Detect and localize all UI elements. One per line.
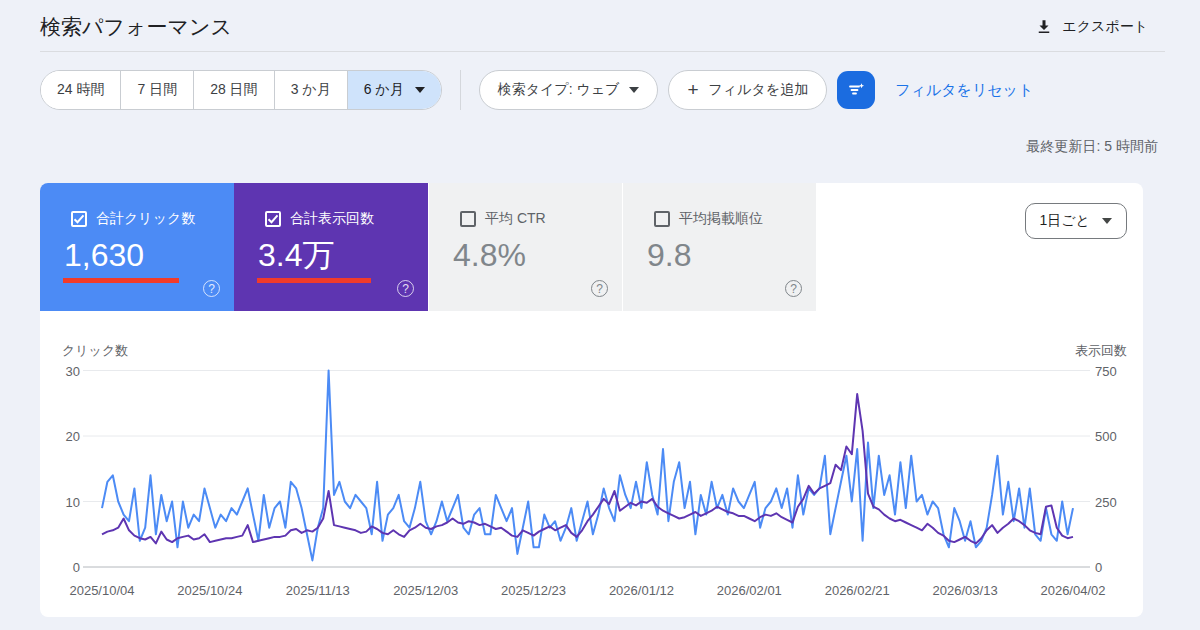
red-underline-annotation (257, 278, 371, 283)
x-tick-label: 2025/12/23 (501, 583, 566, 598)
right-tick-label: 750 (1095, 364, 1117, 379)
checkbox-checked-icon[interactable] (71, 211, 87, 227)
metric-tile-average-ctr[interactable]: 平均 CTR 4.8% ? (428, 183, 622, 311)
left-tick-label: 10 (66, 495, 80, 510)
metric-tile-average-position[interactable]: 平均掲載順位 9.8 ? (622, 183, 816, 311)
checkbox-checked-icon[interactable] (265, 211, 281, 227)
metric-tiles: 合計クリック数 1,630 ? 合計表示回数 3.4万 ? 平均 CTR 4.8… (40, 183, 1143, 311)
left-axis-title: クリック数 (62, 343, 128, 358)
help-icon[interactable]: ? (397, 280, 414, 297)
left-tick-label: 20 (66, 429, 80, 444)
series-line-clicks (102, 371, 1073, 561)
right-tick-label: 500 (1095, 429, 1117, 444)
filter-sparkle-icon (846, 80, 866, 100)
chevron-down-icon (1102, 218, 1112, 224)
time-range-group: 24 時間 7 日間 28 日間 3 か月 6 か月 (40, 70, 442, 110)
help-icon[interactable]: ? (203, 280, 220, 297)
red-underline-annotation (63, 278, 179, 283)
filter-settings-button[interactable] (837, 71, 875, 109)
checkbox-unchecked-icon[interactable] (654, 211, 670, 227)
metric-label: 合計表示回数 (290, 210, 374, 228)
x-tick-label: 2026/02/01 (717, 583, 782, 598)
plus-icon: + (687, 80, 698, 99)
export-label: エクスポート (1062, 18, 1148, 36)
metric-value: 4.8% (453, 238, 622, 272)
last-updated-text: 最終更新日: 5 時間前 (0, 138, 1158, 156)
metric-label: 平均 CTR (485, 210, 546, 228)
add-filter-button[interactable]: + フィルタを追加 (668, 70, 827, 110)
time-range-6m[interactable]: 6 か月 (348, 71, 441, 109)
right-tick-label: 0 (1095, 560, 1102, 575)
header-divider (40, 51, 1165, 52)
x-tick-label: 2026/04/02 (1040, 583, 1105, 598)
time-range-28d[interactable]: 28 日間 (194, 71, 274, 109)
chevron-down-icon (415, 87, 425, 93)
metric-value: 1,630 (64, 238, 234, 272)
x-tick-label: 2026/01/12 (609, 583, 674, 598)
granularity-dropdown[interactable]: 1日ごと (1025, 203, 1127, 239)
page-title: 検索パフォーマンス (40, 13, 232, 41)
series-line-impressions (102, 394, 1073, 543)
left-tick-label: 0 (73, 560, 80, 575)
chevron-down-icon (629, 87, 639, 93)
x-tick-label: 2025/11/13 (286, 583, 350, 598)
time-range-3m[interactable]: 3 か月 (275, 71, 348, 109)
x-tick-label: 2025/12/03 (393, 583, 458, 598)
metric-value: 3.4万 (258, 238, 428, 272)
x-tick-label: 2025/10/04 (69, 583, 134, 598)
right-axis-title: 表示回数 (1075, 343, 1127, 358)
help-icon[interactable]: ? (591, 280, 608, 297)
checkbox-unchecked-icon[interactable] (460, 211, 476, 227)
download-icon (1035, 18, 1053, 36)
search-type-dropdown[interactable]: 検索タイプ: ウェブ (479, 70, 659, 110)
search-type-label: 検索タイプ: ウェブ (498, 81, 620, 99)
metric-value: 9.8 (647, 238, 816, 272)
add-filter-label: フィルタを追加 (709, 81, 809, 99)
help-icon[interactable]: ? (785, 280, 802, 297)
reset-filters-link[interactable]: フィルタをリセット (895, 81, 1033, 100)
metric-label: 合計クリック数 (96, 210, 195, 228)
metric-label: 平均掲載順位 (679, 210, 763, 228)
metric-tile-total-impressions[interactable]: 合計表示回数 3.4万 ? (234, 183, 428, 311)
time-range-6m-label: 6 か月 (364, 81, 404, 99)
granularity-label: 1日ごと (1040, 212, 1090, 230)
time-range-7d[interactable]: 7 日間 (121, 71, 194, 109)
left-tick-label: 30 (66, 364, 80, 379)
performance-chart[interactable]: クリック数 表示回数 0 10 20 30 0 250 500 750 2025/10/04 2025… (40, 311, 1143, 617)
time-range-24h[interactable]: 24 時間 (41, 71, 121, 109)
right-tick-label: 250 (1095, 495, 1117, 510)
export-button[interactable]: エクスポート (1035, 18, 1148, 36)
x-tick-label: 2025/10/24 (177, 583, 242, 598)
toolbar-divider (460, 70, 461, 110)
x-tick-label: 2026/03/13 (933, 583, 998, 598)
page-header: 検索パフォーマンス エクスポート (0, 0, 1200, 51)
performance-card: 合計クリック数 1,630 ? 合計表示回数 3.4万 ? 平均 CTR 4.8… (40, 183, 1143, 617)
x-tick-label: 2026/02/21 (825, 583, 890, 598)
metric-tile-total-clicks[interactable]: 合計クリック数 1,630 ? (40, 183, 234, 311)
filter-toolbar: 24 時間 7 日間 28 日間 3 か月 6 か月 検索タイプ: ウェブ + … (40, 70, 1160, 110)
